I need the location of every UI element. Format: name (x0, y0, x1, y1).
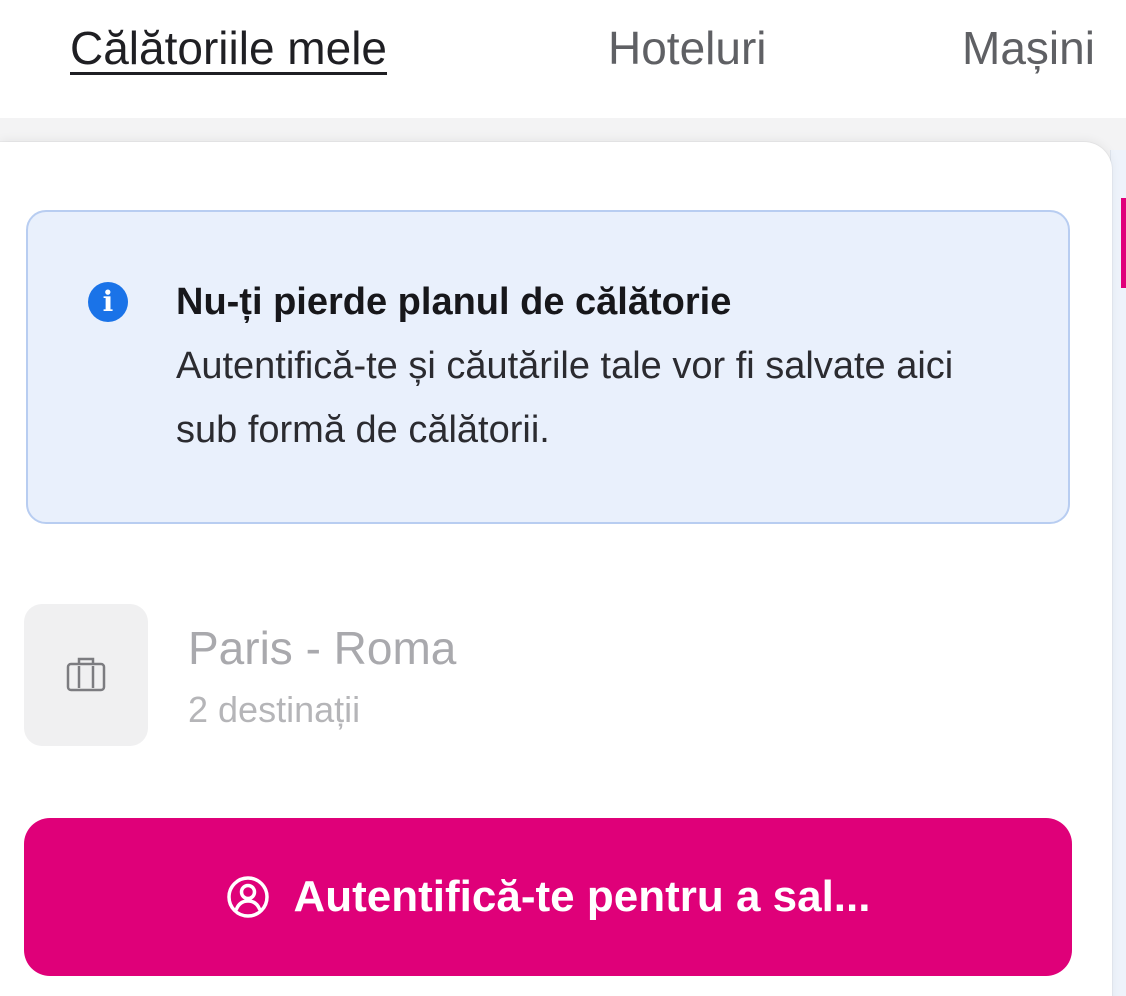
accent-strip (1121, 198, 1126, 288)
trip-destination-count: 2 destinații (188, 689, 361, 730)
login-to-save-button[interactable]: Autentifică-te pentru a sal... (24, 818, 1072, 976)
trips-panel: i Nu-ți pierde planul de călătorie Auten… (0, 142, 1112, 996)
login-button-content: Autentifică-te pentru a sal... (24, 818, 1072, 976)
tab-my-trips[interactable]: Călătoriile mele (70, 18, 387, 78)
trip-thumbnail (24, 604, 148, 746)
info-banner-text: Autentifică-te și căutările tale vor fi … (176, 345, 954, 451)
login-button-label: Autentifică-te pentru a sal... (293, 872, 871, 921)
info-banner-title: Nu-ți pierde planul de călătorie (176, 281, 732, 323)
tab-cars[interactable]: Mașini (962, 18, 1095, 78)
user-circle-icon (226, 876, 269, 918)
info-icon: i (88, 282, 128, 322)
background-content-edge (1110, 150, 1126, 996)
top-navigation: Călătoriile mele Hoteluri Mașini (0, 0, 1126, 118)
briefcase-icon (66, 657, 106, 692)
info-banner: i Nu-ți pierde planul de călătorie Auten… (26, 210, 1070, 524)
trip-title: Paris - Roma (188, 622, 457, 674)
trip-list-item[interactable]: Paris - Roma 2 destinații (24, 604, 924, 746)
page: Călătoriile mele Hoteluri Mașini i Nu-ți… (0, 0, 1126, 996)
tab-hotels[interactable]: Hoteluri (608, 18, 767, 78)
